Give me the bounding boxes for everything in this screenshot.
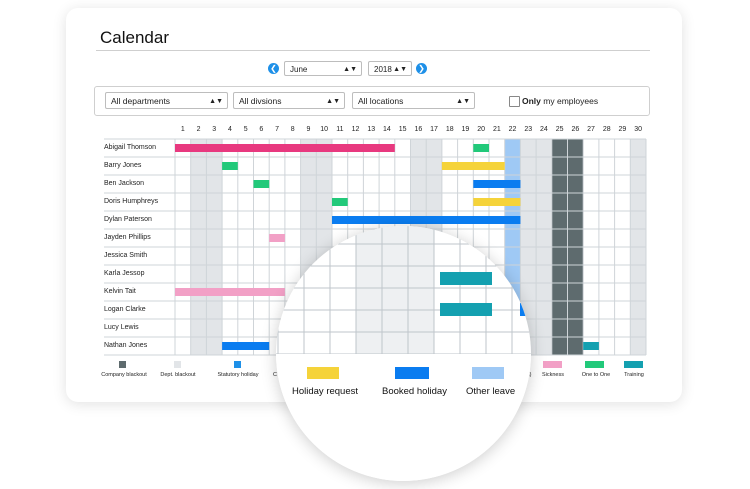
lens-blackout-column xyxy=(382,226,408,354)
legend-sickness: Sickness xyxy=(541,372,564,378)
other-leave-swatch xyxy=(472,367,504,379)
holiday-request-bar xyxy=(441,162,505,170)
magnifier-lens: Holiday request Booked holiday Other lea… xyxy=(276,226,531,481)
one-to-one-bar xyxy=(253,180,270,188)
lens-sickness-bar xyxy=(276,284,286,292)
one-to-one-bar xyxy=(473,144,489,152)
lens-blackout-column xyxy=(356,226,382,354)
booked-holiday-bar xyxy=(332,216,521,224)
lens-training-bar xyxy=(440,303,492,316)
leave-bar xyxy=(175,144,395,152)
one-to-one-swatch xyxy=(585,361,604,368)
company-blackout-swatch xyxy=(119,361,126,368)
lens-training-bar xyxy=(440,272,492,285)
training-swatch xyxy=(624,361,643,368)
legend-company-blackout: Company blackout xyxy=(101,372,147,378)
lens-blackout-column xyxy=(408,226,434,354)
statutory-holiday-swatch xyxy=(234,361,241,368)
legend-statutory-holiday: Statutory holiday xyxy=(217,372,259,378)
legend-booked-holiday: Booked holiday xyxy=(382,386,447,397)
holiday-request-bar xyxy=(473,198,521,206)
legend-one-to-one: One to One xyxy=(581,372,611,378)
holiday-request-swatch xyxy=(307,367,339,379)
lens-booked-holiday-bar xyxy=(520,303,531,316)
legend-training: Training xyxy=(624,372,644,378)
training-bar xyxy=(583,342,599,350)
legend-holiday-request: Holiday request xyxy=(292,386,359,397)
dept-blackout-swatch xyxy=(174,361,181,368)
booked-holiday-bar xyxy=(222,342,270,350)
sickness-swatch xyxy=(543,361,562,368)
legend-other-leave: Other leave xyxy=(466,386,516,397)
booked-holiday-bar xyxy=(473,180,521,188)
sickness-bar xyxy=(175,288,285,296)
legend-dept-blackout: Dept. blackout xyxy=(160,372,196,378)
one-to-one-bar xyxy=(332,198,348,206)
one-to-one-bar xyxy=(222,162,238,170)
booked-holiday-swatch xyxy=(395,367,429,379)
